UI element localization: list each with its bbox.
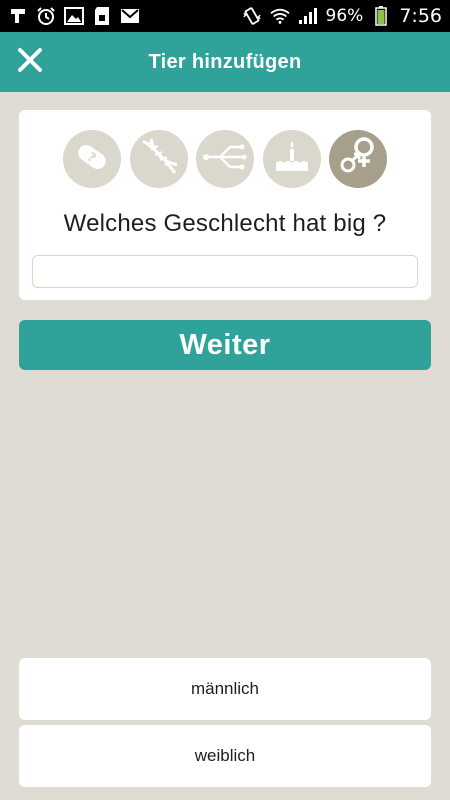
option-female[interactable]: weiblich xyxy=(19,725,431,787)
question-text: Welches Geschlecht hat big ? xyxy=(63,210,387,237)
dna-icon xyxy=(137,135,181,184)
alarm-icon xyxy=(36,6,56,26)
pill-icon: ? xyxy=(72,137,112,182)
step-medication: ? xyxy=(63,130,121,188)
gender-input[interactable] xyxy=(32,255,418,288)
battery-percent: 96% xyxy=(325,6,364,26)
clock: 7:56 xyxy=(399,5,442,27)
birthday-cake-icon xyxy=(272,137,312,182)
close-icon xyxy=(17,47,43,78)
gender-icon xyxy=(334,133,382,186)
option-male[interactable]: männlich xyxy=(19,658,431,720)
step-gender xyxy=(329,130,387,188)
sd-card-icon xyxy=(92,6,112,26)
step-origin xyxy=(196,130,254,188)
battery-icon xyxy=(371,6,391,26)
question-card: ? Welches Geschlecht hat big ? xyxy=(19,110,431,300)
close-button[interactable] xyxy=(14,46,46,78)
next-button[interactable]: Weiter xyxy=(19,320,431,370)
status-bar: 96% 7:56 xyxy=(0,0,450,32)
step-indicator: ? xyxy=(63,130,387,188)
status-bar-left xyxy=(8,6,140,26)
page-title: Tier hinzufügen xyxy=(148,50,302,73)
step-birthday xyxy=(262,130,321,188)
wifi-icon xyxy=(269,6,290,26)
status-bar-right: 96% 7:56 xyxy=(242,5,442,27)
vibrate-icon xyxy=(242,6,262,26)
gmail-icon xyxy=(120,6,140,26)
app-notification-icon xyxy=(8,6,28,26)
branch-icon xyxy=(202,137,248,182)
app-bar: Tier hinzufügen xyxy=(0,32,450,92)
gallery-icon xyxy=(64,6,84,26)
signal-icon xyxy=(298,6,318,26)
step-breed xyxy=(129,130,188,188)
